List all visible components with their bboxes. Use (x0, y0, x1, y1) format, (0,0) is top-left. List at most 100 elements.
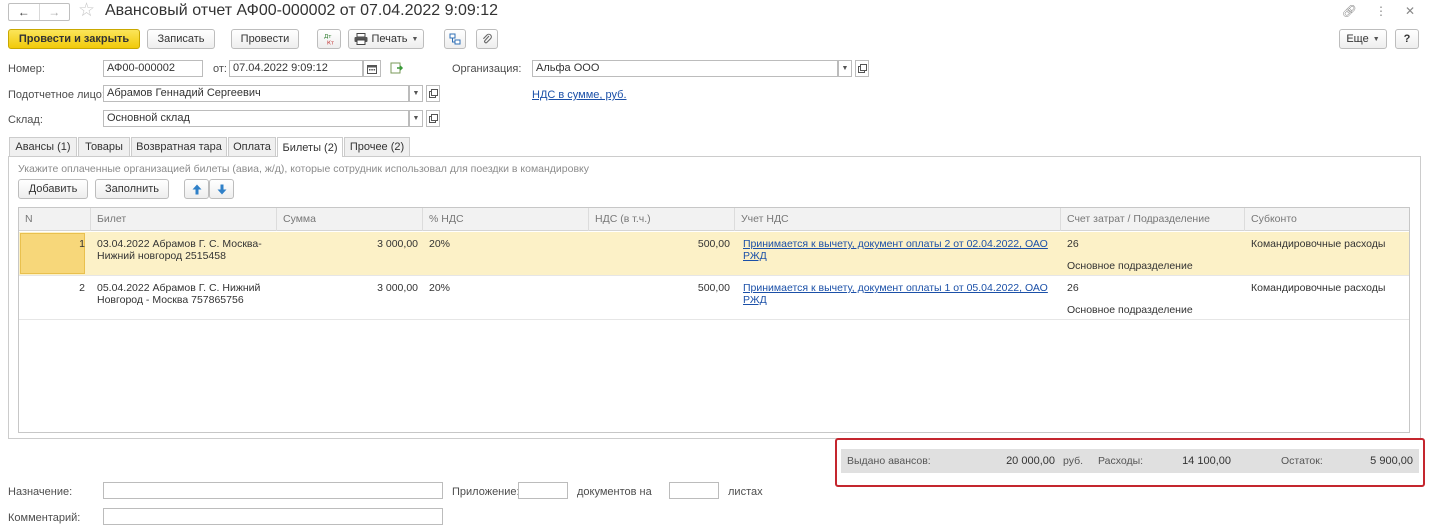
number-field[interactable]: АФ00-000002 (103, 60, 203, 77)
table-header: N Билет Сумма % НДС НДС (в т.ч.) Учет НД… (19, 208, 1409, 231)
comment-label: Комментарий: (8, 512, 81, 524)
tickets-hint: Укажите оплаченные организацией билеты (… (18, 163, 590, 175)
advances-issued-value: 20 000,00 (1006, 455, 1055, 467)
open-form-icon (857, 64, 867, 73)
chevron-down-icon: ▼ (841, 65, 849, 72)
department-cell: Основное подразделение (1067, 304, 1193, 316)
column-header-vat-rate[interactable]: % НДС (423, 208, 589, 231)
attachment-count-field[interactable] (518, 482, 568, 499)
print-button[interactable]: Печать ▼ (348, 29, 424, 49)
back-arrow-icon[interactable]: ← (9, 4, 39, 20)
close-icon[interactable]: ✕ (1405, 4, 1415, 18)
organization-open-button[interactable] (855, 60, 869, 77)
more-vertical-icon[interactable]: ⋮ (1375, 4, 1387, 18)
tab-tickets[interactable]: Билеты (2) (277, 137, 343, 157)
person-open-button[interactable] (426, 85, 440, 102)
vat-accounting-link[interactable]: Принимается к вычету, документ оплаты 1 … (743, 282, 1059, 306)
tab-other[interactable]: Прочее (2) (344, 137, 410, 156)
documents-on-label: документов на (577, 486, 652, 498)
purpose-field[interactable] (103, 482, 443, 499)
tab-advances[interactable]: Авансы (1) (9, 137, 77, 156)
number-label: Номер: (8, 63, 45, 75)
dt-kt-icon: Дт Кт (324, 34, 335, 46)
chevron-down-icon: ▼ (412, 115, 420, 122)
column-header-ticket[interactable]: Билет (91, 208, 277, 231)
post-button[interactable]: Провести (231, 29, 299, 49)
vat-rate-cell: 20% (429, 238, 451, 250)
cost-account-cell: 26 (1067, 282, 1079, 294)
vat-accounting-line: Принимается к вычету, документ оплаты 2 … (743, 238, 1048, 250)
column-header-cost-account[interactable]: Счет затрат / Подразделение (1061, 208, 1245, 231)
currency-label: руб. (1063, 455, 1084, 467)
column-header-subconto[interactable]: Субконто (1245, 208, 1409, 231)
column-header-vat-accounting[interactable]: Учет НДС (735, 208, 1061, 231)
tickets-table: N Билет Сумма % НДС НДС (в т.ч.) Учет НД… (18, 207, 1410, 433)
warehouse-open-button[interactable] (426, 110, 440, 127)
favorite-star-icon[interactable]: ☆ (78, 1, 95, 21)
column-header-vat-amount[interactable]: НДС (в т.ч.) (589, 208, 735, 231)
calendar-button[interactable] (363, 60, 381, 77)
subconto-cell: Командировочные расходы (1251, 282, 1386, 294)
balance-label: Остаток: (1281, 455, 1323, 467)
more-label: Еще (1346, 33, 1369, 45)
sheets-label: листах (728, 486, 763, 498)
expenses-value: 14 100,00 (1182, 455, 1231, 467)
comment-field[interactable] (103, 508, 443, 525)
vat-rate-cell: 20% (429, 282, 451, 294)
warehouse-dropdown[interactable]: ▼ (409, 110, 423, 127)
column-header-amount[interactable]: Сумма (277, 208, 423, 231)
tab-goods[interactable]: Товары (78, 137, 130, 156)
attach-button[interactable] (476, 29, 498, 49)
link-icon[interactable]: 🔗︎ (1342, 4, 1357, 18)
tab-returnable-packaging[interactable]: Возвратная тара (131, 137, 227, 156)
chevron-down-icon: ▼ (411, 35, 419, 43)
vat-amount-cell: 500,00 (697, 238, 730, 250)
warehouse-label: Склад: (8, 114, 43, 126)
cost-account-cell: 26 (1067, 238, 1079, 250)
post-and-close-button[interactable]: Провести и закрыть (8, 29, 140, 49)
tab-payment[interactable]: Оплата (228, 137, 276, 156)
dt-kt-button[interactable]: Дт Кт (317, 29, 341, 49)
printer-icon (354, 33, 367, 45)
svg-text:Дт: Дт (324, 34, 332, 40)
totals-bar: Выдано авансов: 20 000,00 руб. Расходы: … (841, 449, 1419, 473)
chevron-down-icon: ▼ (412, 90, 420, 97)
save-button[interactable]: Записать (147, 29, 215, 49)
forward-arrow-icon[interactable]: → (38, 4, 70, 20)
warehouse-field[interactable]: Основной склад (103, 110, 409, 127)
nav-buttons: ← → (8, 3, 70, 21)
window-controls: 🔗︎ ⋮ ✕ (1342, 4, 1415, 18)
organization-dropdown[interactable]: ▼ (838, 60, 852, 77)
accountable-person-field[interactable]: Абрамов Геннадий Сергеевич (103, 85, 409, 102)
more-button[interactable]: Еще ▼ (1339, 29, 1387, 49)
sheets-count-field[interactable] (669, 482, 719, 499)
vat-in-amount-link[interactable]: НДС в сумме, руб. (532, 89, 627, 101)
add-button[interactable]: Добавить (18, 179, 88, 199)
move-up-button[interactable] (184, 179, 209, 199)
balance-value: 5 900,00 (1370, 455, 1413, 467)
move-down-button[interactable] (209, 179, 234, 199)
table-row[interactable]: 2 05.04.2022 Абрамов Г. С. Нижний Новгор… (19, 276, 1409, 320)
open-form-icon (428, 114, 438, 123)
vat-amount-cell: 500,00 (697, 282, 730, 294)
attachment-label: Приложение: (452, 486, 520, 498)
person-dropdown[interactable]: ▼ (409, 85, 423, 102)
date-field[interactable]: 07.04.2022 9:09:12 (229, 60, 363, 77)
arrow-up-icon (192, 184, 201, 194)
paperclip-icon (483, 33, 492, 44)
ticket-cell: 05.04.2022 Абрамов Г. С. Нижний Новгород… (97, 282, 275, 306)
vat-accounting-link[interactable]: Принимается к вычету, документ оплаты 2 … (743, 238, 1059, 262)
print-label: Печать (371, 33, 408, 45)
table-row[interactable]: 1 03.04.2022 Абрамов Г. С. Москва- Нижни… (19, 232, 1409, 276)
fill-button[interactable]: Заполнить (95, 179, 169, 199)
document-status-icon[interactable] (390, 61, 404, 75)
ticket-cell: 03.04.2022 Абрамов Г. С. Москва- Нижний … (97, 238, 275, 262)
row-number: 2 (79, 282, 85, 294)
open-form-icon (428, 89, 438, 98)
ticket-line: Нижний новгород 2515458 (97, 250, 226, 262)
help-button[interactable]: ? (1395, 29, 1419, 49)
accountable-person-label: Подотчетное лицо: (8, 89, 105, 101)
structure-button[interactable] (444, 29, 466, 49)
column-header-n[interactable]: N (19, 208, 91, 231)
organization-field[interactable]: Альфа ООО (532, 60, 838, 77)
